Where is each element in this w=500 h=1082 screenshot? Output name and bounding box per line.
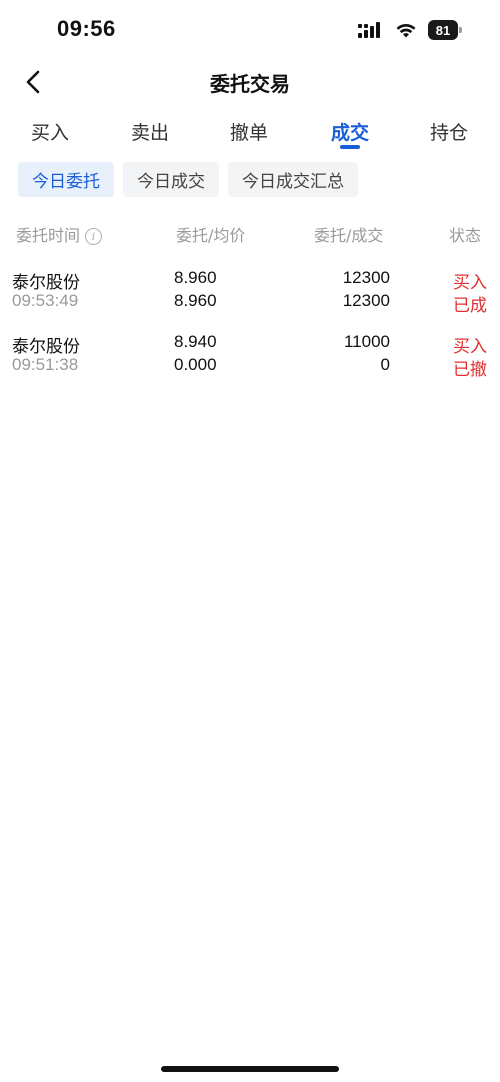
tab-filled[interactable]: 成交 [320, 118, 380, 145]
home-indicator[interactable] [161, 1066, 339, 1072]
order-time: 09:53:49 [12, 291, 79, 310]
order-price: 8.960 [174, 268, 217, 287]
order-price: 8.940 [174, 332, 217, 351]
tab-sell[interactable]: 卖出 [120, 118, 180, 145]
sub-tabs: 今日委托 今日成交 今日成交汇总 [18, 162, 358, 198]
battery-cap [459, 27, 462, 33]
avg-price: 8.960 [174, 291, 217, 310]
subtab-today-orders[interactable]: 今日委托 [18, 162, 114, 197]
stock-name: 泰尔股份 [12, 337, 80, 357]
status-bar: 09:56 81 [0, 0, 500, 60]
subtab-today-fills-summary[interactable]: 今日成交汇总 [228, 162, 358, 197]
filled-qty: 0 [380, 355, 390, 374]
header-order-time-label: 委托时间 [16, 226, 81, 245]
page: 09:56 81 委托交易 买入 卖出 撤单 成交 持仓 今日委托 今日成交 今… [0, 0, 500, 1082]
filled-qty: 12300 [342, 291, 390, 310]
tab-buy[interactable]: 买入 [20, 118, 80, 145]
table-row[interactable]: 泰尔股份 09:51:38 8.940 0.000 11000 0 买入 已撤 [0, 330, 500, 394]
order-status: 已撤 [453, 360, 487, 380]
info-icon[interactable]: i [85, 228, 103, 245]
battery-level: 81 [428, 20, 458, 40]
subtab-today-fills[interactable]: 今日成交 [123, 162, 219, 197]
order-qty: 12300 [342, 268, 390, 287]
header-order-avg-price: 委托/均价 [176, 226, 246, 245]
main-tabs: 买入 卖出 撤单 成交 持仓 [0, 112, 500, 156]
table-row[interactable]: 泰尔股份 09:53:49 8.960 8.960 12300 12300 买入… [0, 266, 500, 330]
order-direction: 买入 [453, 337, 487, 357]
wifi-icon [396, 23, 416, 38]
signal-icon [358, 22, 380, 38]
battery-icon: 81 [428, 20, 462, 40]
stock-name: 泰尔股份 [12, 273, 80, 293]
avg-price: 0.000 [174, 355, 217, 374]
order-qty: 11000 [343, 332, 390, 351]
table-header: 委托时间 i 委托/均价 委托/成交 状态 [0, 222, 500, 246]
tab-positions[interactable]: 持仓 [419, 118, 479, 145]
page-title: 委托交易 [210, 72, 290, 96]
header-status: 状态 [449, 226, 482, 245]
status-icons: 81 [358, 18, 462, 42]
nav-bar: 委托交易 [0, 60, 500, 104]
header-order-filled-qty: 委托/成交 [314, 226, 384, 245]
order-direction: 买入 [453, 273, 487, 293]
status-time: 09:56 [57, 16, 116, 41]
header-order-time: 委托时间 i [16, 222, 103, 246]
order-time: 09:51:38 [12, 355, 79, 374]
tab-cancel[interactable]: 撤单 [219, 118, 279, 145]
order-list: 泰尔股份 09:53:49 8.960 8.960 12300 12300 买入… [0, 266, 500, 394]
tab-active-indicator [340, 145, 360, 149]
order-status: 已成 [453, 296, 487, 316]
